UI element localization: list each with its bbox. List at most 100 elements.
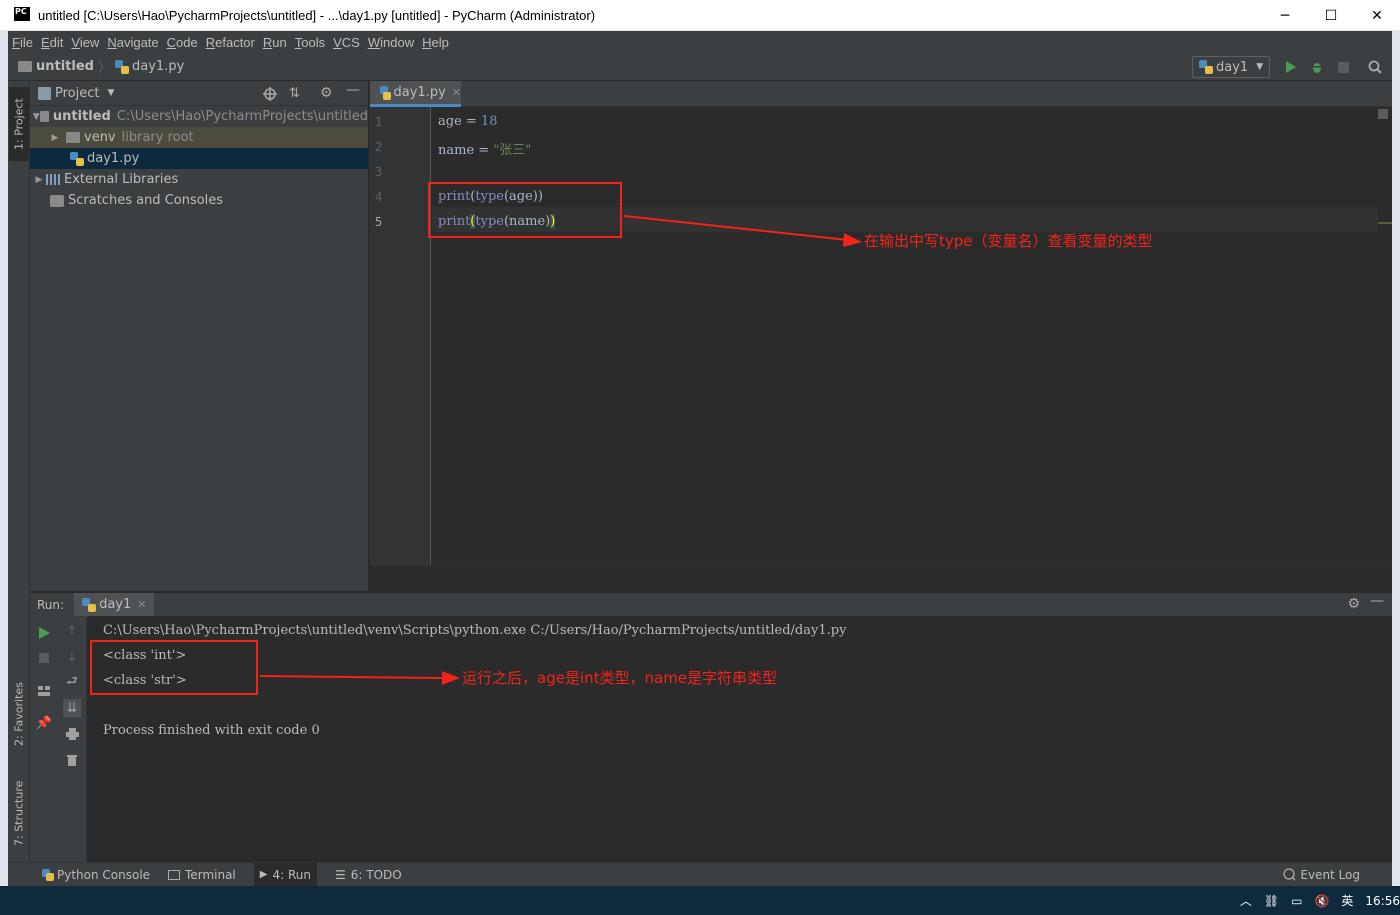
line-number: 5	[375, 215, 383, 229]
title-bar: PC untitled [C:\Users\Hao\PycharmProject…	[0, 0, 1400, 31]
tree-file-name: day1.py	[87, 151, 140, 166]
todo-button[interactable]: ☰ 6: TODO	[335, 868, 402, 882]
collapsed-arrow-icon[interactable]: ▶	[48, 133, 62, 143]
project-view-select[interactable]: Project	[55, 86, 99, 101]
menu-tools[interactable]: Tools	[295, 35, 331, 50]
hide-panel-icon[interactable]: —	[346, 82, 360, 98]
scroll-to-end-icon[interactable]: ⇊	[63, 699, 81, 717]
menu-file[interactable]: File	[12, 35, 39, 50]
terminal-button[interactable]: Terminal	[168, 868, 236, 882]
stop-icon[interactable]	[35, 649, 53, 667]
run-panel-header: Run: day1 ✕ ⚙ —	[30, 592, 1392, 617]
close-tab-icon[interactable]: ✕	[137, 598, 146, 611]
breadcrumb-project[interactable]: untitled	[36, 59, 94, 74]
volume-icon[interactable]: 🔇	[1314, 894, 1329, 908]
tree-root-name: untitled	[52, 109, 111, 124]
maximize-button[interactable]: ☐	[1308, 0, 1354, 31]
python-icon	[42, 868, 54, 881]
rerun-icon[interactable]	[35, 624, 53, 642]
folder-icon	[66, 132, 80, 143]
library-icon	[46, 174, 60, 185]
arrow-up-icon[interactable]: ↑	[63, 622, 81, 640]
tool-window-bar: Python Console Terminal ▶ 4: Run ☰ 6: TO…	[8, 862, 1392, 887]
chevron-down-icon[interactable]: ▼	[107, 88, 114, 98]
trash-icon[interactable]	[63, 751, 81, 769]
todo-label: 6: TODO	[350, 867, 402, 882]
run-icon: ▶	[259, 869, 268, 880]
structure-tool-tab[interactable]: 7: Structure	[9, 771, 29, 855]
restore-layout-icon[interactable]	[35, 682, 53, 700]
project-tool-tab[interactable]: 1: Project	[9, 87, 29, 161]
menu-view[interactable]: View	[71, 35, 105, 50]
menu-refactor[interactable]: Refactor	[206, 35, 261, 50]
run-tab-day1[interactable]: day1 ✕	[74, 592, 155, 617]
network-icon[interactable]: ⛓	[1264, 894, 1279, 908]
locate-icon[interactable]	[263, 87, 277, 105]
close-tab-icon[interactable]: ✕	[452, 86, 461, 99]
python-console-button[interactable]: Python Console	[42, 868, 150, 882]
clock[interactable]: 16:56	[1365, 894, 1400, 908]
inspection-indicator[interactable]	[1378, 109, 1388, 119]
event-log-button[interactable]: Event Log	[1283, 868, 1360, 882]
run-tool-button[interactable]: ▶ 4: Run	[253, 862, 317, 887]
breadcrumb: untitled 〉 day1.py	[18, 57, 184, 76]
menu-navigate[interactable]: Navigate	[107, 35, 164, 50]
tree-item-scratches[interactable]: Scratches and Consoles	[30, 190, 368, 211]
soft-wrap-icon[interactable]: ⮐	[63, 674, 81, 692]
line-number: 3	[375, 165, 383, 179]
python-icon	[1199, 60, 1213, 74]
arrow-down-icon[interactable]: ↓	[63, 648, 81, 666]
editor-tab-label: day1.py	[393, 85, 446, 100]
run-icon[interactable]	[1282, 58, 1300, 76]
ime-indicator[interactable]: 英	[1341, 892, 1353, 909]
python-icon	[82, 597, 97, 612]
scroll-marker	[1378, 222, 1392, 224]
project-tool-tab-label: 1: Project	[12, 98, 26, 150]
menu-vcs[interactable]: VCS	[333, 35, 366, 50]
close-button[interactable]: ✕	[1354, 0, 1400, 31]
todo-list-icon: ☰	[334, 867, 346, 882]
system-tray: ︿ ⛓ ▭ 🔇 英 16:56	[1240, 886, 1400, 915]
debug-icon[interactable]	[1308, 58, 1326, 76]
editor-tab-day1[interactable]: day1.py ✕	[370, 81, 461, 107]
hide-panel-icon[interactable]: —	[1370, 593, 1384, 609]
search-icon[interactable]	[1366, 58, 1384, 76]
project-view-icon	[38, 86, 51, 100]
menu-window[interactable]: Window	[368, 35, 420, 50]
run-console-output[interactable]: C:\Users\Hao\PycharmProjects\untitled\ve…	[88, 616, 1392, 862]
menu-code[interactable]: Code	[167, 35, 204, 50]
console-exit-line: Process finished with exit code 0	[103, 723, 320, 738]
annotation-box-output	[90, 640, 258, 695]
code-number: 18	[480, 114, 498, 129]
run-configuration-select[interactable]: day1 ▼	[1192, 56, 1270, 78]
menu-run[interactable]: Run	[263, 35, 293, 50]
code-token: name =	[438, 143, 494, 158]
favorites-tool-tab[interactable]: 2: Favorites	[9, 671, 29, 757]
tree-item-root[interactable]: ▼ untitled C:\Users\Hao\PycharmProjects\…	[30, 106, 368, 127]
gear-icon[interactable]: ⚙	[1347, 596, 1360, 612]
print-icon[interactable]	[63, 725, 81, 743]
expanded-arrow-icon[interactable]: ▼	[32, 112, 40, 122]
folder-icon	[18, 61, 32, 72]
minimize-button[interactable]: ─	[1262, 0, 1308, 31]
tree-item-venv[interactable]: ▶ venv library root	[30, 127, 368, 148]
code-editor[interactable]: 1 2 3 4 5 age = 18 name = "张三" print(typ…	[370, 107, 1392, 591]
left-tool-strip: 1: Project 2: Favorites 7: Structure	[8, 81, 30, 863]
collapse-all-icon[interactable]: ⇅	[289, 86, 300, 101]
terminal-icon	[168, 869, 181, 880]
tree-item-external-libraries[interactable]: ▶ External Libraries	[30, 169, 368, 190]
menu-help[interactable]: Help	[422, 35, 455, 50]
menu-edit[interactable]: Edit	[41, 35, 69, 50]
breadcrumb-file[interactable]: day1.py	[132, 59, 184, 74]
navigation-bar: untitled 〉 day1.py day1 ▼	[8, 53, 1392, 81]
structure-tool-tab-label: 7: Structure	[12, 780, 26, 846]
wifi-icon[interactable]: ▭	[1291, 894, 1302, 908]
pin-icon[interactable]: 📌	[35, 714, 53, 732]
stop-icon[interactable]	[1334, 58, 1352, 76]
tray-chevron-up-icon[interactable]: ︿	[1240, 892, 1252, 909]
gear-icon[interactable]: ⚙	[320, 85, 333, 101]
collapsed-arrow-icon[interactable]: ▶	[32, 175, 46, 185]
project-panel-header: Project ▼ ⇅ ⚙ —	[30, 81, 368, 106]
tree-root-path: C:\Users\Hao\PycharmProjects\untitled	[116, 109, 368, 124]
tree-item-day1[interactable]: day1.py	[30, 148, 368, 169]
